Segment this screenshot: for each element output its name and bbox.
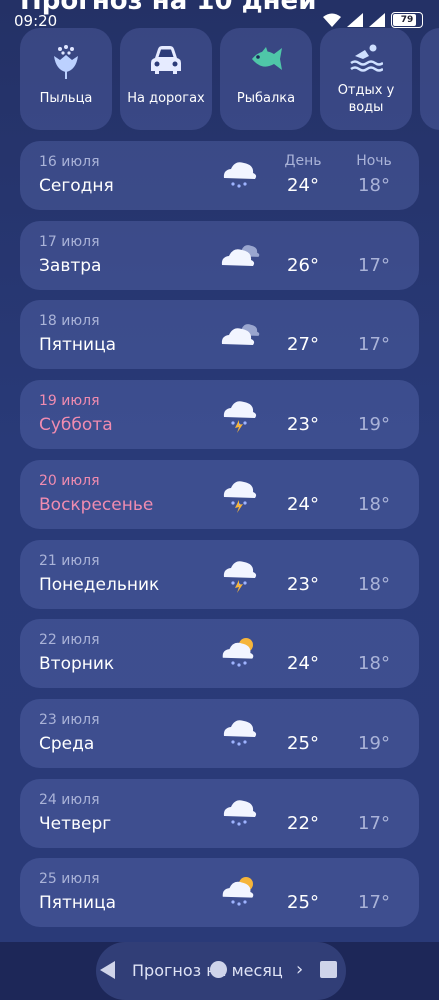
night-temp: 18° bbox=[358, 175, 390, 196]
day-date: 20 июля bbox=[39, 472, 100, 489]
nav-recent-icon[interactable] bbox=[320, 961, 337, 978]
night-temp: 19° bbox=[358, 732, 390, 754]
night-temp: 17° bbox=[358, 254, 390, 276]
weather-icon bbox=[220, 476, 260, 514]
cloud-rain-icon bbox=[223, 799, 257, 826]
wifi-icon bbox=[323, 13, 341, 27]
day-name: Вторник bbox=[39, 654, 115, 675]
day-date: 19 июля bbox=[39, 393, 100, 410]
column-day-header: День bbox=[284, 153, 322, 169]
weather-icon bbox=[220, 157, 260, 195]
pollen-flower-icon bbox=[54, 45, 78, 79]
night-temp: 18° bbox=[358, 493, 390, 515]
day-date: 21 июля bbox=[39, 552, 100, 569]
fish-icon bbox=[252, 47, 282, 70]
category-label: Пыльца bbox=[39, 91, 93, 106]
car-icon bbox=[151, 46, 181, 74]
night-temp: 17° bbox=[358, 892, 390, 914]
day-name: Суббота bbox=[39, 415, 113, 436]
nav-home-icon[interactable] bbox=[210, 961, 227, 978]
day-temp: 23° bbox=[287, 573, 319, 595]
status-icons: 79 bbox=[323, 10, 423, 30]
forecast-day-row[interactable]: 24 июля Четверг 22° 17° bbox=[20, 778, 419, 848]
weather-icon bbox=[220, 635, 260, 673]
day-temp: 24° bbox=[287, 175, 319, 196]
day-date: 17 июля bbox=[39, 233, 100, 250]
battery-icon: 79 bbox=[391, 12, 423, 28]
forecast-day-row[interactable]: 20 июля Воскресенье 24° 18° bbox=[20, 459, 419, 529]
day-name: Пятница bbox=[39, 335, 117, 356]
overcast-icon bbox=[221, 244, 260, 266]
sun-cloud-rain-icon bbox=[222, 877, 254, 906]
day-name: Пятница bbox=[39, 893, 117, 914]
signal-icon-2 bbox=[369, 13, 385, 27]
weather-icon bbox=[220, 556, 260, 594]
day-name: Среда bbox=[39, 733, 95, 754]
chevron-right-icon: › bbox=[296, 959, 304, 980]
category-fishing[interactable]: Рыбалка bbox=[220, 28, 312, 130]
category-pollen[interactable]: Пыльца bbox=[20, 28, 112, 130]
forecast-day-row[interactable]: 16 июля Сегодня День Ночь 24° 18° bbox=[20, 141, 419, 210]
thunderstorm-rain-icon bbox=[223, 481, 257, 513]
signal-icon bbox=[347, 13, 363, 27]
day-temp: 26° bbox=[287, 254, 319, 276]
day-date: 24 июля bbox=[39, 791, 100, 808]
weather-icon bbox=[220, 874, 260, 912]
category-label: На дорогах bbox=[127, 91, 205, 106]
day-temp: 24° bbox=[287, 493, 319, 515]
day-temp: 23° bbox=[287, 414, 319, 436]
forecast-day-row[interactable]: 18 июля Пятница 27° 17° bbox=[20, 300, 419, 370]
day-name: Сегодня bbox=[39, 176, 114, 196]
cloud-rain-icon bbox=[223, 162, 257, 188]
sun-cloud-rain-icon bbox=[222, 638, 254, 667]
overcast-icon bbox=[221, 324, 260, 346]
category-label: Рыбалка bbox=[236, 91, 296, 106]
day-temp: 25° bbox=[287, 892, 319, 914]
forecast-day-row[interactable]: 23 июля Среда 25° 19° bbox=[20, 698, 419, 768]
weather-icon bbox=[220, 715, 260, 753]
day-date: 16 июля bbox=[39, 154, 100, 170]
day-date: 18 июля bbox=[39, 313, 100, 330]
weather-icon bbox=[220, 237, 260, 275]
forecast-day-row[interactable]: 22 июля Вторник 24° 18° bbox=[20, 619, 419, 689]
day-temp: 22° bbox=[287, 812, 319, 834]
thunderstorm-rain-icon bbox=[223, 401, 257, 434]
day-temp: 24° bbox=[287, 653, 319, 675]
thunderstorm-rain-icon bbox=[223, 560, 257, 593]
day-temp: 25° bbox=[287, 732, 319, 754]
category-water-rest[interactable]: Отдых у воды bbox=[320, 28, 412, 130]
month-forecast-label: Прогноз на месяц bbox=[132, 961, 283, 980]
nav-back-icon[interactable] bbox=[100, 961, 115, 979]
day-temp: 27° bbox=[287, 334, 319, 356]
day-name: Завтра bbox=[39, 255, 102, 276]
night-temp: 18° bbox=[358, 653, 390, 675]
activity-categories: Пыльца На дорогах Рыбалка Отдых у воды bbox=[20, 28, 439, 132]
category-roads[interactable]: На дорогах bbox=[120, 28, 212, 130]
day-date: 25 июля bbox=[39, 871, 100, 888]
category-more[interactable] bbox=[420, 28, 439, 130]
battery-level: 79 bbox=[400, 15, 414, 25]
day-date: 22 июля bbox=[39, 632, 100, 649]
forecast-day-row[interactable]: 21 июля Понедельник 23° 18° bbox=[20, 539, 419, 609]
category-label: Отдых у воды bbox=[337, 83, 395, 115]
weather-icon bbox=[220, 316, 260, 354]
cloud-rain-icon bbox=[223, 720, 257, 746]
night-temp: 18° bbox=[358, 573, 390, 595]
day-date: 23 июля bbox=[39, 711, 100, 728]
column-night-header: Ночь bbox=[356, 153, 392, 169]
forecast-day-row[interactable]: 25 июля Пятница 25° 17° bbox=[20, 858, 419, 928]
day-name: Воскресенье bbox=[39, 494, 154, 515]
weather-icon bbox=[220, 396, 260, 434]
night-temp: 17° bbox=[358, 812, 390, 834]
day-name: Четверг bbox=[39, 813, 112, 834]
day-name: Понедельник bbox=[39, 574, 160, 595]
forecast-day-row[interactable]: 17 июля Завтра 26° 17° bbox=[20, 220, 419, 290]
night-temp: 19° bbox=[358, 414, 390, 436]
weather-icon bbox=[220, 795, 260, 833]
swimmer-icon bbox=[350, 44, 383, 72]
night-temp: 17° bbox=[358, 334, 390, 356]
forecast-day-row[interactable]: 19 июля Суббота 23° 19° bbox=[20, 380, 419, 450]
